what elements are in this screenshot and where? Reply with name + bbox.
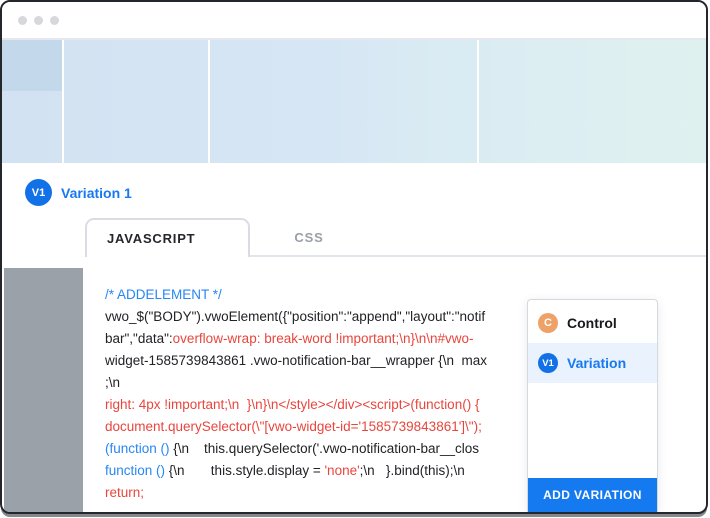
browser-window: V1 Variation 1 JAVASCRIPT CSS /* ADDELEM… <box>0 0 708 514</box>
banner-block <box>2 40 62 91</box>
variation-selector[interactable]: V1 Variation 1 <box>25 179 132 206</box>
banner-divider <box>208 40 210 163</box>
tab-javascript-label: JAVASCRIPT <box>107 231 195 246</box>
tab-css[interactable]: CSS <box>254 218 364 257</box>
window-control-dot[interactable] <box>50 16 59 25</box>
control-label: Control <box>567 315 617 331</box>
tab-css-label: CSS <box>294 230 323 245</box>
code-segment: ;\n }.bind(this);\n <box>360 463 465 478</box>
code-segment: ;\n <box>105 375 120 390</box>
code-segment: widget-1585739843861 .vwo-notification-b… <box>105 353 487 368</box>
variation-item-badge: V1 <box>538 353 558 373</box>
variation-dropdown: C Control V1 Variation ADD VARIATION <box>527 299 658 512</box>
code-segment: right: 4px !important;\n }\n}\n</style><… <box>105 397 479 412</box>
code-segment: vwo_$("BODY").vwoElement({"position":"ap… <box>105 309 485 324</box>
variation-list: C Control V1 Variation <box>528 300 657 383</box>
code-segment: overflow-wrap: break-word !important;\n}… <box>173 331 474 346</box>
dropdown-item-control[interactable]: C Control <box>528 303 657 343</box>
variation-item-label: Variation <box>567 355 626 371</box>
dropdown-item-variation[interactable]: V1 Variation <box>528 343 657 383</box>
window-control-dot[interactable] <box>34 16 43 25</box>
screenshot-stage: V1 Variation 1 JAVASCRIPT CSS /* ADDELEM… <box>0 0 710 518</box>
variation-badge: V1 <box>25 179 52 206</box>
banner-divider <box>477 40 479 163</box>
variation-label: Variation 1 <box>61 185 132 201</box>
window-controls <box>18 16 59 25</box>
code-segment: bar","data": <box>105 331 173 346</box>
code-segment: /* ADDELEMENT */ <box>105 287 222 302</box>
window-control-dot[interactable] <box>18 16 27 25</box>
code-segment: document.querySelector(\"[vwo-widget-id=… <box>105 419 482 434</box>
code-segment: return; <box>105 485 144 500</box>
code-segment: (function () <box>105 441 170 456</box>
code-segment: function () <box>105 463 165 478</box>
code-segment: {\n this.querySelector('.vwo-notificatio… <box>170 441 479 456</box>
code-segment: 'none' <box>324 463 359 478</box>
page-banner-placeholder <box>2 40 706 163</box>
code-segment: {\n this.style.display = <box>165 463 324 478</box>
banner-divider <box>62 40 64 163</box>
control-badge: C <box>538 313 558 333</box>
add-variation-button[interactable]: ADD VARIATION <box>528 478 657 512</box>
page-sidebar-placeholder <box>4 268 83 512</box>
browser-titlebar <box>2 2 706 40</box>
tab-javascript[interactable]: JAVASCRIPT <box>85 218 250 257</box>
